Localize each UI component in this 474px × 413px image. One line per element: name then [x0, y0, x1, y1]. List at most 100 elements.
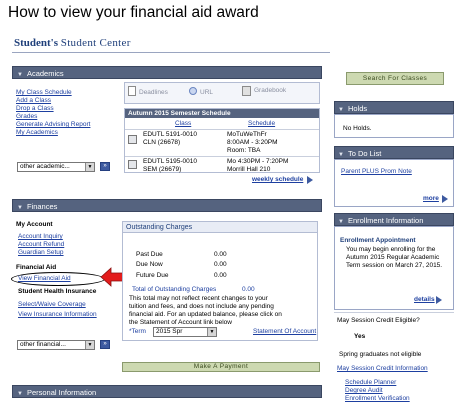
schedule-header: Autumn 2015 Semester Schedule: [125, 109, 319, 118]
other-academic-select-value: other academic...: [20, 163, 70, 170]
todo-more-link[interactable]: more: [423, 195, 439, 203]
academics-bar[interactable]: ▼ Academics: [12, 66, 322, 79]
guardian-setup-link[interactable]: Guardian Setup: [18, 249, 64, 257]
drop-class-link[interactable]: Drop a Class: [16, 105, 90, 113]
personal-info-bar[interactable]: ▼ Personal Information: [12, 385, 322, 398]
term-select-value: 2015 Spr: [156, 328, 183, 335]
arrow-right-icon[interactable]: [307, 176, 313, 184]
financial-aid-label: Financial Aid: [16, 264, 57, 271]
due-now-amount: 0.00: [214, 261, 227, 268]
search-for-classes-button[interactable]: Search For Classes: [346, 72, 444, 85]
other-financial-select[interactable]: other financial... ▼: [17, 340, 95, 350]
note-line: This total may not reflect recent change…: [129, 295, 268, 302]
schedule-col-class[interactable]: Class: [175, 120, 191, 128]
finances-bar[interactable]: ▼ Finances: [12, 199, 322, 212]
collapse-triangle-icon[interactable]: ▼: [17, 69, 23, 82]
academics-links: My Class Schedule Add a Class Drop a Cla…: [16, 89, 90, 137]
schedule-row-2-times: Mo 4:30PM - 7:20PM Morrill Hall 210: [227, 158, 288, 174]
holds-bar[interactable]: ▼ Holds: [334, 101, 454, 114]
tab-url[interactable]: URL: [200, 89, 213, 97]
chevron-down-icon[interactable]: ▼: [207, 328, 216, 336]
academics-tabs: Deadlines URL Gradebook: [124, 82, 320, 104]
my-academics-link[interactable]: My Academics: [16, 129, 90, 137]
appointment-title: Enrollment Appointment: [340, 237, 416, 244]
account-links: Account Inquiry Account Refund Guardian …: [18, 233, 64, 257]
class-line1: EDUTL 5191-0010: [143, 131, 197, 138]
title-center: Student Center: [60, 37, 131, 49]
holds-panel: No Holds.: [334, 114, 454, 138]
url-icon[interactable]: [189, 87, 197, 95]
deadlines-icon[interactable]: [128, 86, 136, 96]
outstanding-charges-panel: Outstanding Charges Past Due 0.00 Due No…: [122, 221, 318, 341]
holds-text: No Holds.: [343, 125, 372, 132]
title-owner: Student's: [14, 37, 59, 49]
schedule-planner-link[interactable]: Schedule Planner: [345, 379, 410, 387]
sched-line1: MoTuWeThFr: [227, 131, 267, 138]
collapse-triangle-icon[interactable]: ▼: [17, 202, 23, 215]
enrollment-bar-label: Enrollment Information: [347, 216, 424, 225]
chevron-down-icon[interactable]: ▼: [85, 163, 94, 171]
enrollment-links: Schedule Planner Degree Audit Enrollment…: [345, 379, 410, 403]
past-due-label: Past Due: [136, 251, 163, 258]
sched-line2: Morrill Hall 210: [227, 166, 271, 173]
collapse-triangle-icon[interactable]: ▼: [17, 388, 23, 401]
eligible-question: May Session Credit Eligible?: [337, 317, 420, 324]
financial-go-button[interactable]: »: [100, 340, 110, 349]
grades-link[interactable]: Grades: [16, 113, 90, 121]
other-academic-select[interactable]: other academic... ▼: [17, 162, 95, 172]
sched-line1: Mo 4:30PM - 7:20PM: [227, 158, 289, 165]
collapse-triangle-icon[interactable]: ▼: [338, 107, 344, 113]
view-financial-aid-link[interactable]: View Financial Aid: [18, 275, 71, 283]
statement-of-account-link[interactable]: Statement Of Account: [253, 328, 316, 336]
title-divider: [12, 52, 330, 53]
future-due-label: Future Due: [136, 272, 169, 279]
my-account-label: My Account: [16, 221, 53, 228]
row-divider: [125, 156, 319, 157]
gradebook-icon[interactable]: [242, 86, 251, 96]
account-refund-link[interactable]: Account Refund: [18, 241, 64, 249]
sched-line3: Room: TBA: [227, 147, 261, 154]
details-link[interactable]: details: [414, 296, 435, 304]
outstanding-header: Outstanding Charges: [123, 222, 317, 233]
appointment-line: Autumn 2015 Regular Academic: [346, 254, 440, 261]
arrow-right-icon[interactable]: [436, 296, 442, 304]
note-line: tuition and fees, and does not include a…: [129, 303, 274, 310]
future-due-amount: 0.00: [214, 272, 227, 279]
eligible-answer: Yes: [354, 333, 366, 340]
account-inquiry-link[interactable]: Account Inquiry: [18, 233, 64, 241]
tab-deadlines[interactable]: Deadlines: [139, 89, 168, 97]
enrollment-bar[interactable]: ▼ Enrollment Information: [334, 213, 454, 226]
view-insurance-information-link[interactable]: View Insurance Information: [18, 310, 97, 320]
arrow-right-icon[interactable]: [442, 195, 448, 203]
schedule-row-2: EDUTL 5195-0010 SEM (26679): [143, 158, 197, 174]
tab-gradebook[interactable]: Gradebook: [254, 87, 286, 95]
collapse-triangle-icon[interactable]: ▼: [338, 152, 344, 158]
total-outstanding-amount: 0.00: [242, 286, 255, 293]
my-class-schedule-link[interactable]: My Class Schedule: [16, 89, 90, 97]
health-links: Select/Waive Coverage View Insurance Inf…: [18, 300, 97, 320]
appointment-line: You may begin enrolling for the: [346, 246, 436, 253]
schedule-row-1-times: MoTuWeThFr 8:00AM - 3:20PM Room: TBA: [227, 131, 278, 155]
schedule-col-schedule[interactable]: Schedule: [248, 120, 275, 128]
term-select[interactable]: 2015 Spr ▼: [153, 327, 217, 337]
weekly-schedule-link[interactable]: weekly schedule: [252, 176, 303, 184]
chevron-down-icon[interactable]: ▼: [85, 341, 94, 349]
todo-panel: Parent PLUS Prom Note more: [334, 159, 454, 207]
outstanding-note: This total may not reflect recent change…: [129, 295, 282, 327]
select-waive-coverage-link[interactable]: Select/Waive Coverage: [18, 300, 97, 310]
sched-line2: 8:00AM - 3:20PM: [227, 139, 278, 146]
add-class-link[interactable]: Add a Class: [16, 97, 90, 105]
academic-go-button[interactable]: »: [100, 162, 110, 171]
generate-advising-report-link[interactable]: Generate Advising Report: [16, 121, 90, 129]
may-session-info-link[interactable]: May Session Credit Information: [337, 365, 428, 373]
parent-plus-link[interactable]: Parent PLUS Prom Note: [341, 168, 412, 176]
collapse-triangle-icon[interactable]: ▼: [338, 219, 344, 225]
enrollment-verification-link[interactable]: Enrollment Verification: [345, 395, 410, 403]
make-payment-button[interactable]: Make A Payment: [122, 362, 320, 372]
holds-bar-label: Holds: [347, 104, 368, 113]
row-divider: [125, 129, 319, 130]
todo-bar[interactable]: ▼ To Do List: [334, 146, 454, 159]
personal-info-bar-label: Personal Information: [26, 388, 97, 397]
degree-audit-link[interactable]: Degree Audit: [345, 387, 410, 395]
class-line1: EDUTL 5195-0010: [143, 158, 197, 165]
